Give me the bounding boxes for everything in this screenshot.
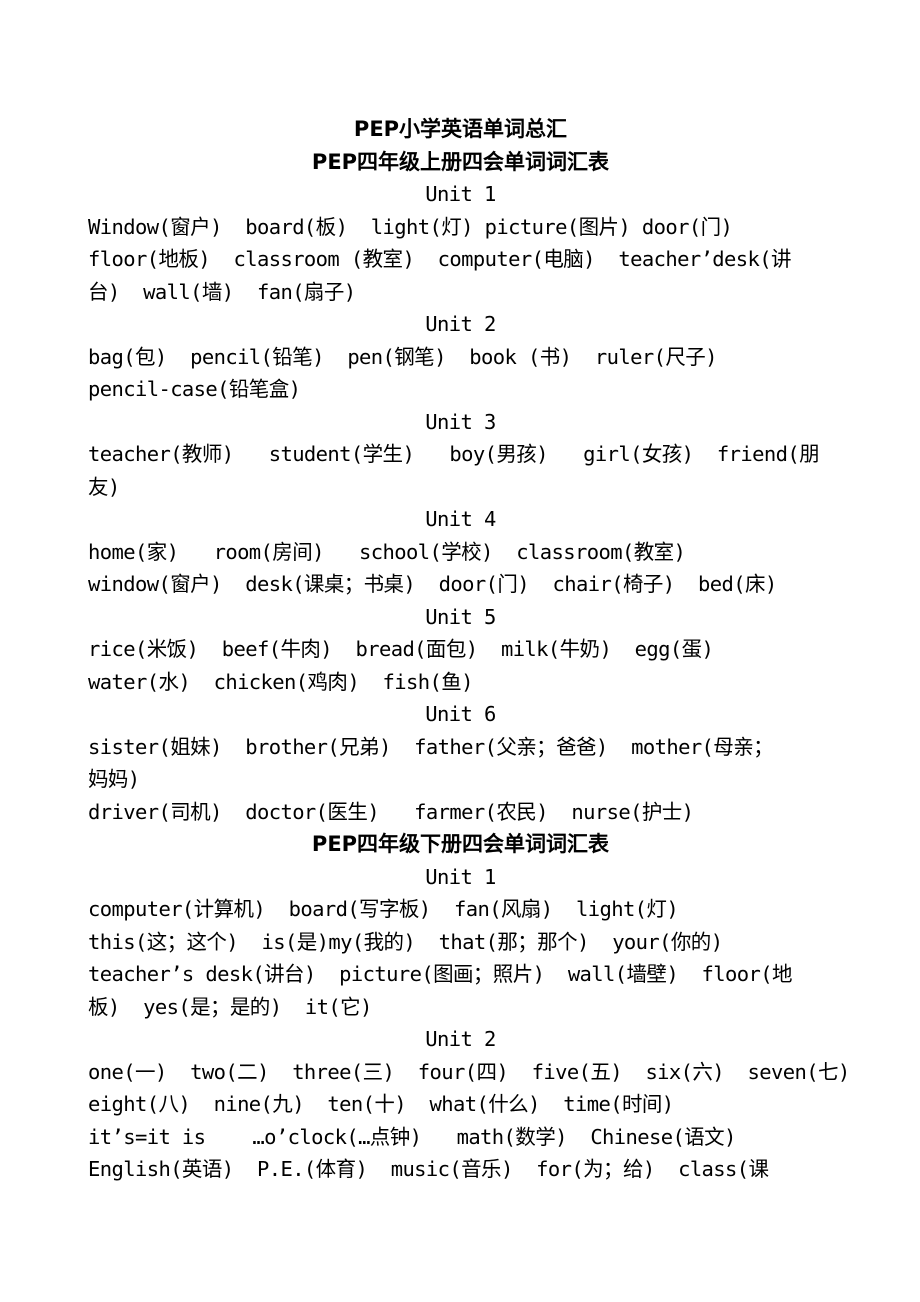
- unit-block: Unit 5 rice(米饭) beef(牛肉) bread(面包) milk(…: [88, 601, 918, 699]
- document-content: PEP小学英语单词总汇 PEP四年级上册四会单词词汇表 Unit 1 Windo…: [88, 113, 918, 1186]
- vocab-line: home(家) room(房间) school(学校) classroom(教室…: [88, 539, 686, 564]
- vocab-line: 板) yes(是；是的) it(它): [88, 994, 372, 1019]
- document-title: PEP小学英语单词总汇: [353, 117, 568, 141]
- vocab-line: window(窗户) desk(课桌；书桌) door(门) chair(椅子)…: [88, 572, 777, 596]
- unit-block: Unit 1 Window(窗户) board(板) light(灯) pict…: [88, 178, 918, 308]
- vocab-line: driver(司机) doctor(医生) farmer(农民) nurse(护…: [88, 799, 694, 824]
- section-heading: PEP四年级上册四会单词词汇表: [311, 149, 610, 174]
- vocab-line: 友): [88, 474, 120, 499]
- vocab-line: 妈妈): [88, 767, 140, 791]
- section-grade4-lower: PEP四年级下册四会单词词汇表 Unit 1 computer(计算机) boa…: [88, 828, 918, 1186]
- vocab-line: one(一) two(二) three(三) four(四) five(五) s…: [88, 1059, 850, 1084]
- vocab-line: sister(姐妹) brother(兄弟) father(父亲；爸爸) mot…: [88, 734, 774, 759]
- vocab-line: water(水) chicken(鸡肉) fish(鱼): [88, 669, 474, 694]
- section-grade4-upper: PEP四年级上册四会单词词汇表 Unit 1 Window(窗户) board(…: [88, 146, 918, 829]
- vocab-line: Window(窗户) board(板) light(灯) picture(图片)…: [88, 214, 733, 239]
- vocab-line: bag(包) pencil(铅笔) pen(钢笔) book (书) ruler…: [88, 344, 717, 369]
- vocab-line: eight(八) nine(九) ten(十) what(什么) time(时间…: [88, 1092, 674, 1116]
- vocab-line: it’s=it is …o’clock(…点钟) math(数学) Chines…: [88, 1124, 736, 1149]
- vocab-line: rice(米饭) beef(牛肉) bread(面包) milk(牛奶) egg…: [88, 637, 714, 661]
- vocab-line: teacher’s desk(讲台) picture(图画；照片) wall(墙…: [88, 962, 793, 986]
- unit-block: Unit 6 sister(姐妹) brother(兄弟) father(父亲；…: [88, 698, 918, 828]
- unit-label: Unit 1: [425, 864, 496, 889]
- vocab-line: teacher(教师) student(学生) boy(男孩) girl(女孩)…: [88, 442, 820, 466]
- section-heading: PEP四年级下册四会单词词汇表: [311, 832, 610, 856]
- vocab-line: computer(计算机) board(写字板) fan(风扇) light(灯…: [88, 897, 679, 921]
- vocab-line: 台) wall(墙) fan(扇子): [88, 279, 356, 304]
- unit-label: Unit 2: [425, 312, 496, 336]
- unit-label: Unit 6: [425, 702, 496, 726]
- unit-block: Unit 2 one(一) two(二) three(三) four(四) fi…: [88, 1023, 918, 1186]
- document-page: PEP小学英语单词总汇 PEP四年级上册四会单词词汇表 Unit 1 Windo…: [0, 0, 920, 1302]
- vocab-line: floor(地板) classroom (教室) computer(电脑) te…: [88, 247, 792, 271]
- unit-label: Unit 5: [425, 604, 496, 629]
- vocab-line: English(英语) P.E.(体育) music(音乐) for(为；给) …: [88, 1157, 769, 1181]
- unit-block: Unit 2 bag(包) pencil(铅笔) pen(钢笔) book (书…: [88, 308, 918, 406]
- unit-label: Unit 1: [425, 182, 496, 206]
- unit-label: Unit 2: [425, 1027, 496, 1051]
- unit-block: Unit 3 teacher(教师) student(学生) boy(男孩) g…: [88, 406, 918, 504]
- unit-label: Unit 4: [425, 507, 496, 531]
- unit-label: Unit 3: [425, 409, 496, 434]
- unit-block: Unit 1 computer(计算机) board(写字板) fan(风扇) …: [88, 861, 918, 1024]
- vocab-line: this(这；这个) is(是)my(我的) that(那；那个) your(你…: [88, 929, 723, 954]
- vocab-line: pencil-case(铅笔盒): [88, 377, 301, 401]
- unit-block: Unit 4 home(家) room(房间) school(学校) class…: [88, 503, 918, 601]
